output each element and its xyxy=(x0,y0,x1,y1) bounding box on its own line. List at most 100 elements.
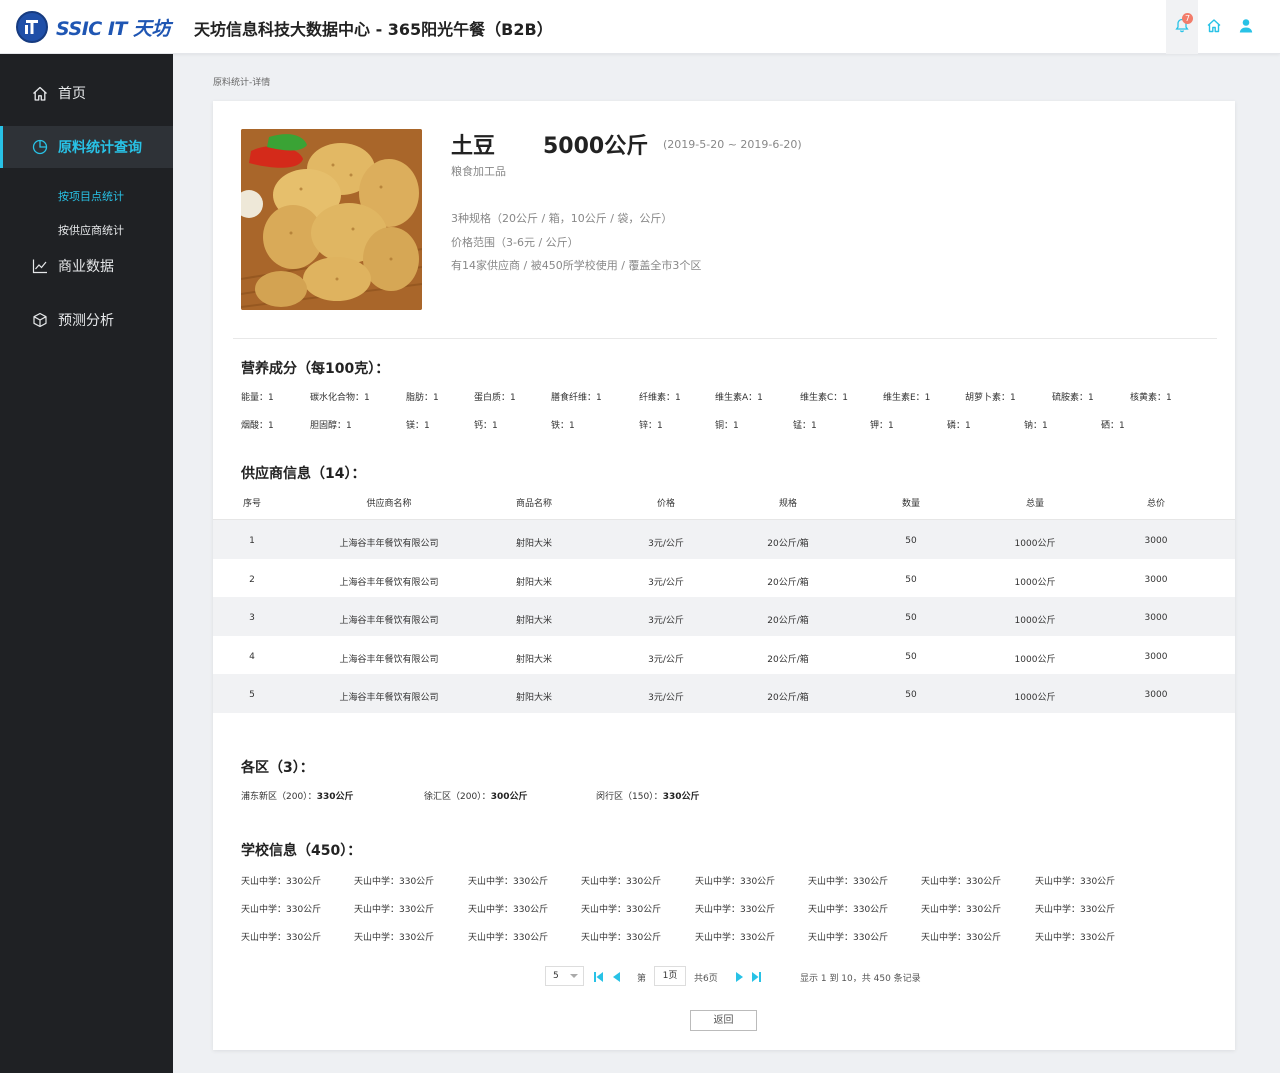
nutrient-item: 核黄素：1 xyxy=(1130,393,1172,403)
next-page-button[interactable] xyxy=(734,970,744,982)
school-item: 天山中学：330公斤 xyxy=(468,877,549,887)
next-page-icon xyxy=(735,967,743,986)
last-page-button[interactable] xyxy=(751,970,761,982)
school-item: 天山中学：330公斤 xyxy=(581,933,662,943)
detail-card: 土豆 5000公斤 (2019-5-20 ~ 2019-6-20) 粮食加工品 … xyxy=(213,101,1235,1050)
nutrient-item: 膳食纤维：1 xyxy=(551,393,602,403)
user-button[interactable] xyxy=(1230,0,1262,54)
table-cell: 3元/公斤 xyxy=(648,654,684,665)
page-prefix: 第 xyxy=(637,974,647,984)
product-weight: 5000公斤 xyxy=(543,134,649,159)
page-size-select[interactable]: 5 xyxy=(545,966,584,986)
top-header: SSIC IT 天坊 天坊信息科技大数据中心 - 365阳光午餐（B2B） 7 xyxy=(0,0,1280,54)
table-cell: 20公斤/箱 xyxy=(767,693,809,704)
table-cell: 3000 xyxy=(1144,651,1168,662)
region-label: 徐汇区（200）： xyxy=(424,792,491,802)
table-cell: 上海谷丰年餐饮有限公司 xyxy=(339,539,439,549)
nutrient-item: 维生素A：1 xyxy=(715,393,763,403)
nutrient-item: 镁：1 xyxy=(406,421,430,431)
school-item: 天山中学：330公斤 xyxy=(1035,877,1116,887)
nutrient-item: 烟酸：1 xyxy=(241,421,274,431)
schools-title: 学校信息（450）： xyxy=(241,843,362,859)
nutrient-item: 锌：1 xyxy=(639,421,663,431)
column-header: 总价 xyxy=(1146,499,1166,509)
table-cell: 3元/公斤 xyxy=(648,539,684,549)
table-cell: 3000 xyxy=(1144,613,1168,624)
table-cell: 射阳大米 xyxy=(515,693,553,704)
column-header: 商品名称 xyxy=(515,499,553,509)
logo[interactable]: SSIC IT 天坊 xyxy=(16,10,170,44)
nutrition-title: 营养成分（每100克）： xyxy=(241,361,390,377)
sidebar-subitem-by-supplier[interactable]: 按供应商统计 xyxy=(58,222,124,238)
nutrient-item: 钾：1 xyxy=(870,421,894,431)
nutrient-item: 蛋白质：1 xyxy=(474,393,516,403)
last-page-icon xyxy=(751,967,761,986)
sidebar-item-label: 商业数据 xyxy=(58,259,114,275)
school-item: 天山中学：330公斤 xyxy=(581,905,662,915)
back-button[interactable]: 返回 xyxy=(690,1010,757,1031)
sidebar-item-home[interactable]: 首页 xyxy=(0,72,173,114)
table-row[interactable]: 1 上海谷丰年餐饮有限公司 射阳大米 3元/公斤 20公斤/箱 50 1000公斤 3000 xyxy=(213,520,1235,559)
line-chart-icon xyxy=(32,258,48,274)
table-cell: 射阳大米 xyxy=(515,616,553,627)
prev-page-button[interactable] xyxy=(611,970,621,982)
prev-page-icon xyxy=(612,967,620,986)
table-cell: 20公斤/箱 xyxy=(767,654,809,665)
table-row[interactable]: 2 上海谷丰年餐饮有限公司 射阳大米 3元/公斤 20公斤/箱 50 1000公斤 3000 xyxy=(213,559,1235,598)
school-item: 天山中学：330公斤 xyxy=(581,877,662,887)
column-header: 总量 xyxy=(1025,499,1045,509)
school-item: 天山中学：330公斤 xyxy=(354,877,435,887)
school-item: 天山中学：330公斤 xyxy=(241,905,322,915)
table-cell: 4 xyxy=(249,651,255,662)
product-price-range: 价格范围（3-6元 / 公斤） xyxy=(451,236,579,249)
home-button[interactable] xyxy=(1198,0,1230,54)
table-cell: 50 xyxy=(905,536,917,546)
table-row[interactable]: 5 上海谷丰年餐饮有限公司 射阳大米 3元/公斤 20公斤/箱 50 1000公斤 3000 xyxy=(213,674,1235,714)
chevron-down-icon xyxy=(570,974,578,978)
nutrient-item: 硫胺素：1 xyxy=(1052,393,1094,403)
divider xyxy=(233,338,1217,339)
nutrient-item: 磷：1 xyxy=(947,421,971,431)
nutrient-item: 胡萝卜素：1 xyxy=(965,393,1016,403)
logo-mark-icon xyxy=(16,11,48,43)
table-cell: 3元/公斤 xyxy=(648,577,684,588)
first-page-button[interactable] xyxy=(593,970,603,982)
table-cell: 1000公斤 xyxy=(1014,654,1056,665)
region-value: 330公斤 xyxy=(316,792,354,802)
nutrient-item: 铁：1 xyxy=(551,421,575,431)
school-item: 天山中学：330公斤 xyxy=(695,933,776,943)
sidebar-item-business-data[interactable]: 商业数据 xyxy=(0,245,173,287)
sidebar-item-material-stats[interactable]: 原料统计查询 xyxy=(0,126,173,168)
region-label: 浦东新区（200）： xyxy=(241,792,317,802)
sidebar-subitem-by-project[interactable]: 按项目点统计 xyxy=(58,188,124,204)
nutrient-item: 钠：1 xyxy=(1024,421,1048,431)
logo-text: SSIC IT 天坊 xyxy=(56,17,170,40)
pagination-summary: 显示 1 到 10，共 450 条记录 xyxy=(800,974,921,984)
breadcrumb: 原料统计-详情 xyxy=(213,78,271,88)
table-row[interactable]: 3 上海谷丰年餐饮有限公司 射阳大米 3元/公斤 20公斤/箱 50 1000公斤 3000 xyxy=(213,597,1235,637)
table-cell: 射阳大米 xyxy=(515,577,553,588)
nutrient-item: 锰：1 xyxy=(793,421,817,431)
table-row[interactable]: 4 上海谷丰年餐饮有限公司 射阳大米 3元/公斤 20公斤/箱 50 1000公斤 3000 xyxy=(213,636,1235,675)
table-cell: 3000 xyxy=(1144,574,1168,585)
sidebar-item-label: 首页 xyxy=(58,86,86,102)
region-label: 闵行区（150）： xyxy=(596,792,663,802)
table-cell: 上海谷丰年餐饮有限公司 xyxy=(339,577,439,588)
nutrient-item: 铜：1 xyxy=(715,421,739,431)
column-header: 数量 xyxy=(901,499,921,509)
page-number-input[interactable]: 1页 xyxy=(654,966,686,986)
table-cell: 1000公斤 xyxy=(1014,693,1056,704)
school-item: 天山中学：330公斤 xyxy=(695,905,776,915)
school-item: 天山中学：330公斤 xyxy=(921,905,1002,915)
table-cell: 50 xyxy=(905,574,917,585)
column-header: 规格 xyxy=(778,499,798,509)
notification-badge: 7 xyxy=(1182,13,1193,24)
notification-button[interactable]: 7 xyxy=(1166,0,1198,54)
school-item: 天山中学：330公斤 xyxy=(1035,933,1116,943)
region-value: 300公斤 xyxy=(490,792,528,802)
table-cell: 20公斤/箱 xyxy=(767,616,809,627)
sidebar-item-forecast[interactable]: 预测分析 xyxy=(0,299,173,341)
table-cell: 5 xyxy=(249,690,255,701)
table-cell: 射阳大米 xyxy=(515,539,553,549)
suppliers-title: 供应商信息（14）： xyxy=(241,466,366,482)
